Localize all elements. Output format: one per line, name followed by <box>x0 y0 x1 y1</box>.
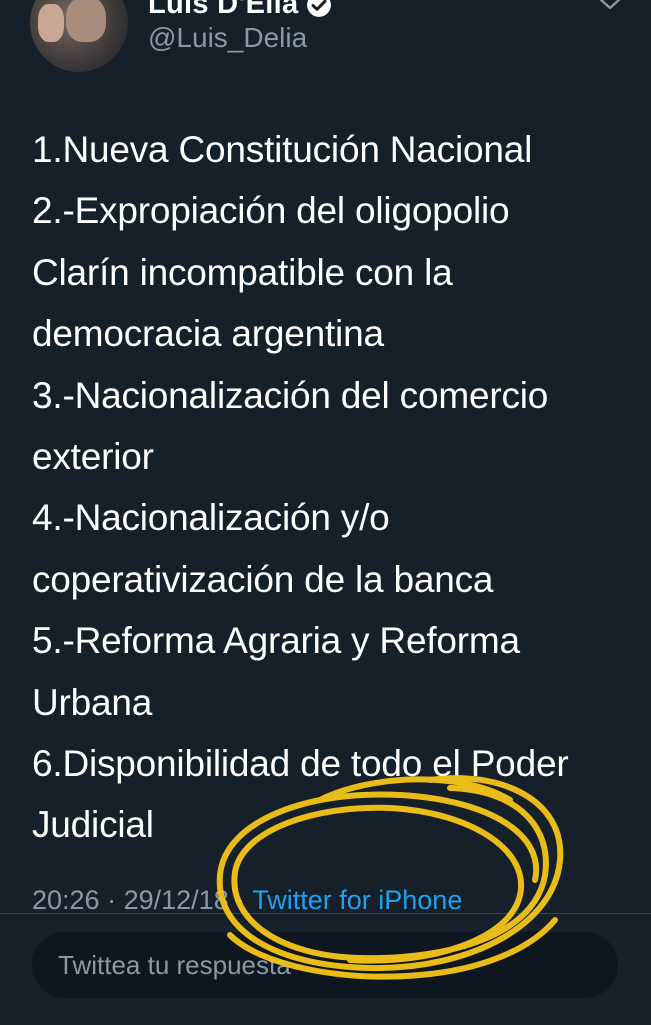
meta-separator: · <box>236 885 246 915</box>
avatar[interactable] <box>30 0 128 72</box>
tweet-line: Urbana <box>32 681 153 723</box>
tweet-text: 1.Nueva Constitución Nacional 2.-Expropi… <box>32 119 632 856</box>
meta-separator: · <box>107 885 117 915</box>
tweet-source-link[interactable]: Twitter for iPhone <box>252 885 462 915</box>
avatar-face <box>66 0 106 42</box>
tweet-line: Judicial <box>32 804 154 846</box>
tweet-line: 5.-Reforma Agraria y Reforma <box>32 620 520 662</box>
tweet-meta: 20:26 · 29/12/18 · Twitter for iPhone <box>32 885 462 916</box>
tweet-line: 1.Nueva Constitución Nacional <box>32 129 533 170</box>
reply-input[interactable] <box>32 932 618 998</box>
verified-badge-icon <box>307 0 332 17</box>
tweet-line: coperativización de la banca <box>32 558 494 600</box>
avatar-hand <box>38 4 64 42</box>
tweet-date: 29/12/18 <box>123 885 229 915</box>
tweet-line: Clarín incompatible con la <box>32 251 453 293</box>
author-name-row: Luis D'Elia <box>148 0 332 21</box>
author-name[interactable]: Luis D'Elia <box>148 0 298 21</box>
tweet-time: 20:26 <box>32 885 100 915</box>
tweet-line: 4.-Nacionalización y/o <box>32 497 390 539</box>
tweet-line: democracia argentina <box>32 313 384 355</box>
tweet-line: exterior <box>32 436 154 478</box>
chevron-down-icon[interactable] <box>596 0 624 14</box>
author-handle[interactable]: @Luis_Delia <box>148 22 307 54</box>
tweet-line: 6.Disponibilidad de todo el Poder <box>32 743 569 785</box>
tweet-line: 3.-Nacionalización del comercio <box>32 374 549 416</box>
tweet-line: 2.-Expropiación del oligopolio <box>32 190 510 232</box>
